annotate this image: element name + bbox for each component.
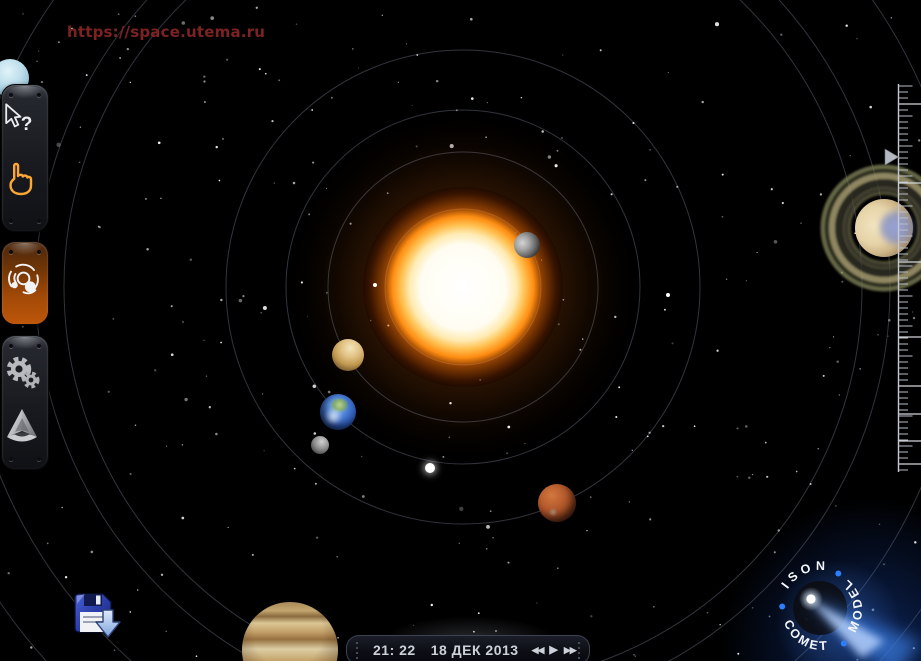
space-simulator-scene: https://space.utema.ru ? [0, 0, 921, 661]
sun[interactable] [363, 187, 563, 387]
toolbar-panel-pointer-tools: ? [1, 84, 49, 232]
earth-planet[interactable] [320, 394, 356, 430]
rivet [9, 93, 13, 97]
floppy-disk-download-icon [71, 590, 129, 646]
play-button[interactable]: ▶ [549, 645, 557, 656]
calendar-date: 18 ДЕК 2013 [431, 642, 519, 658]
rewind-button[interactable]: ◀◀ [532, 646, 544, 655]
pyramid-icon [2, 406, 42, 444]
bright-star-1 [373, 283, 377, 287]
hand-pointer-icon [2, 161, 36, 197]
playback-controls: ◀◀ ▶ ▶▶ [532, 645, 576, 656]
rivet [9, 344, 13, 348]
toolbar-panel-settings [1, 335, 49, 470]
rivet [37, 344, 41, 348]
site-url-watermark: https://space.utema.ru [67, 23, 265, 41]
rivet [37, 219, 41, 223]
moon-planet[interactable] [311, 436, 329, 454]
venus-planet[interactable] [332, 339, 364, 371]
fast-forward-button[interactable]: ▶▶ [564, 646, 576, 655]
settings-button[interactable] [2, 352, 50, 404]
pan-hand-button[interactable] [2, 161, 50, 213]
clock-time: 21: 22 [373, 642, 416, 658]
saturn-planet[interactable] [855, 199, 913, 257]
mercury-planet[interactable] [514, 232, 540, 258]
grip-dots [578, 642, 580, 659]
rivet [37, 250, 41, 254]
gears-icon [2, 352, 44, 394]
time-control-bar: 21: 22 18 ДЕК 2013 ◀◀ ▶ ▶▶ [346, 635, 590, 661]
solar-system-view-button[interactable] [2, 258, 50, 310]
rivet [9, 250, 13, 254]
jupiter-planet[interactable] [242, 602, 338, 661]
save-button[interactable] [71, 590, 129, 646]
rivet [9, 219, 13, 223]
left-toolbar: ? [0, 0, 54, 661]
grip-dots [356, 642, 358, 659]
comet-ison-marker [425, 463, 435, 473]
help-pointer-button[interactable]: ? [2, 103, 50, 155]
solar-system-orbits-icon [2, 258, 44, 300]
pyramid-view-button[interactable] [2, 406, 50, 458]
celestial-bodies-layer [0, 0, 921, 661]
mars-planet[interactable] [538, 484, 576, 522]
cursor-question-icon [2, 103, 26, 129]
toolbar-panel-solar-system [1, 241, 49, 325]
bright-star-2 [666, 293, 670, 297]
rivet [37, 93, 41, 97]
